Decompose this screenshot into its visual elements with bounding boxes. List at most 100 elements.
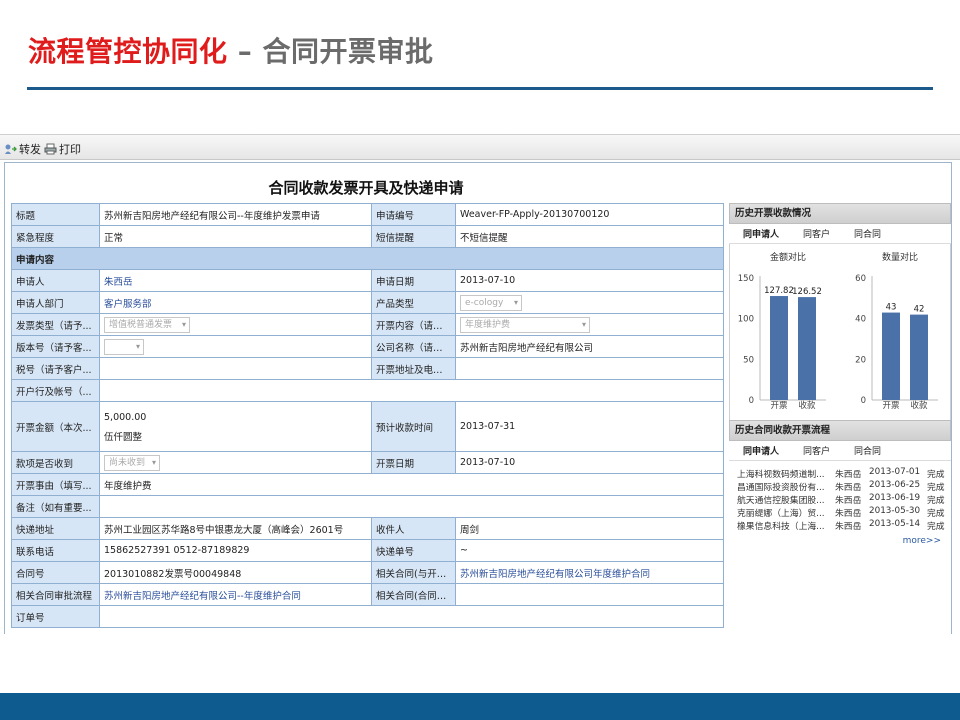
table-row: 备注（如有重要... — [11, 495, 724, 518]
order-value — [99, 605, 724, 628]
express-address-label: 快递地址 — [11, 517, 100, 540]
expected-date-value: 2013-07-31 — [455, 401, 724, 452]
reason-value: 年度维护费 — [99, 473, 724, 496]
title-divider — [27, 87, 933, 90]
history-panel-header: 历史开票收款情况 — [729, 203, 951, 224]
flow-person: 朱西岳 — [835, 509, 862, 519]
table-row: 申请人 朱西岳 申请日期 2013-07-10 — [11, 269, 724, 292]
list-item[interactable]: 航天通信控股集团股... 朱西岳 2013-06-19 完成 — [737, 493, 945, 506]
phone-value: 15862527391 0512-87189829 — [99, 539, 372, 562]
related-flow-link[interactable]: 苏州新吉阳房地产经纪有限公司--年度维护合同 — [99, 583, 372, 606]
dept-link[interactable]: 客户服务部 — [99, 291, 372, 314]
bar-value-label: 126.52 — [792, 287, 822, 297]
applicant-link[interactable]: 朱西岳 — [99, 269, 372, 292]
urgency-value: 正常 — [99, 225, 372, 248]
flow-panel-header: 历史合同收款开票流程 — [729, 420, 951, 441]
address-label: 开票地址及电话... — [371, 357, 456, 380]
print-button[interactable]: 打印 — [44, 141, 81, 157]
list-item[interactable]: 上海科视数码频道制... 朱西岳 2013-07-01 完成 — [737, 467, 945, 480]
form-frame: 合同收款发票开具及快递申请 标题 苏州新吉阳房地产经纪有限公司--年度维护发票申… — [4, 162, 952, 634]
tab-flow-same-applicant[interactable]: 同申请人 — [743, 444, 779, 457]
tax-value — [99, 357, 372, 380]
slide-title: 流程管控协同化 – 合同开票审批 — [28, 30, 434, 70]
related-contract-label: 相关合同(与开票... — [371, 561, 456, 584]
received-select[interactable]: 尚未收到 ▾ — [104, 454, 160, 471]
company-label: 公司名称（请予... — [371, 335, 456, 358]
list-item[interactable]: 昌通国际投资股份有... 朱西岳 2013-06-25 完成 — [737, 480, 945, 493]
tab-same-applicant[interactable]: 同申请人 — [743, 227, 779, 240]
forward-button[interactable]: 转发 — [4, 141, 41, 157]
history-tabs: 同申请人 同客户 同合同 — [729, 224, 951, 244]
flow-person: 朱西岳 — [835, 496, 862, 506]
expected-date-label: 预计收款时间 — [371, 401, 456, 452]
version-select[interactable]: ▾ — [104, 338, 144, 355]
y-tick-label: 50 — [743, 355, 754, 365]
table-row: 紧急程度 正常 短信提醒 不短信提醒 — [11, 225, 724, 248]
invoice-type-value: 增值税普通发票 — [109, 319, 173, 330]
bank-label: 开户行及帐号（... — [11, 379, 100, 402]
title-value: 苏州新吉阳房地产经纪有限公司--年度维护发票申请 — [99, 203, 372, 226]
chevron-down-icon: ▾ — [581, 319, 586, 329]
flow-status: 完成 — [927, 470, 945, 480]
related-contract-link[interactable]: 苏州新吉阳房地产经纪有限公司年度维护合同 — [455, 561, 724, 584]
chevron-down-icon: ▾ — [513, 297, 518, 307]
apply-date-label: 申请日期 — [371, 269, 456, 292]
express-no-label: 快递单号 — [371, 539, 456, 562]
y-tick-label: 60 — [855, 274, 866, 284]
x-tick-label: 开票 — [882, 401, 900, 411]
receiver-value: 周剑 — [455, 517, 724, 540]
bar — [798, 297, 816, 400]
flow-date: 2013-06-19 — [869, 493, 921, 503]
request-no-label: 申请编号 — [371, 203, 456, 226]
table-row: 相关合同审批流程 苏州新吉阳房地产经纪有限公司--年度维护合同 相关合同(合同管… — [11, 583, 724, 606]
list-item[interactable]: 克丽缇娜（上海）贸... 朱西岳 2013-05-30 完成 — [737, 506, 945, 519]
tab-flow-same-contract[interactable]: 同合同 — [854, 444, 881, 457]
form-title: 合同收款发票开具及快递申请 — [268, 179, 464, 197]
reason-label: 开票事由（填写... — [11, 473, 100, 496]
invoice-content-select[interactable]: 年度维护费 ▾ — [460, 316, 590, 333]
history-charts: 金额对比 0 50 100 150 127.82 开票 126.52 收款 数量对比 0 20 40 60… — [729, 244, 951, 420]
bar — [882, 312, 900, 400]
bar-value-label: 127.82 — [764, 286, 794, 296]
tab-same-customer[interactable]: 同客户 — [803, 227, 830, 240]
table-row: 款项是否收到 尚未收到 ▾ 开票日期 2013-07-10 — [11, 451, 724, 474]
apply-date-value: 2013-07-10 — [455, 269, 724, 292]
sms-value: 不短信提醒 — [455, 225, 724, 248]
order-label: 订单号 — [11, 605, 100, 628]
table-row: 联系电话 15862527391 0512-87189829 快递单号 ~ — [11, 539, 724, 562]
invoice-date-value: 2013-07-10 — [455, 451, 724, 474]
tab-same-contract[interactable]: 同合同 — [854, 227, 881, 240]
printer-icon — [44, 143, 57, 155]
chevron-down-icon: ▾ — [135, 341, 140, 351]
urgency-label: 紧急程度 — [11, 225, 100, 248]
more-link[interactable]: more>> — [737, 536, 945, 546]
invoice-type-label: 发票类型（请予... — [11, 313, 100, 336]
bar-value-label: 43 — [886, 303, 897, 313]
request-no-value: Weaver-FP-Apply-20130700120 — [455, 203, 724, 226]
flow-status: 完成 — [927, 509, 945, 519]
table-row: 订单号 — [11, 605, 724, 628]
x-tick-label: 收款 — [910, 400, 928, 411]
product-select[interactable]: e-cology ▾ — [460, 294, 522, 311]
invoice-type-select[interactable]: 增值税普通发票 ▾ — [104, 316, 190, 333]
tax-label: 税号（请予客户... — [11, 357, 100, 380]
dept-label: 申请人部门 — [11, 291, 100, 314]
tab-flow-same-customer[interactable]: 同客户 — [803, 444, 830, 457]
table-row: 发票类型（请予... 增值税普通发票 ▾ 开票内容（请予... 年度维护费 ▾ — [11, 313, 724, 336]
invoice-date-label: 开票日期 — [371, 451, 456, 474]
table-row: 合同号 2013010882发票号00049848 相关合同(与开票... 苏州… — [11, 561, 724, 584]
phone-label: 联系电话 — [11, 539, 100, 562]
y-tick-label: 20 — [855, 355, 866, 365]
product-select-value: e-cology — [465, 297, 504, 308]
related-contract2-label: 相关合同(合同管... — [371, 583, 456, 606]
flow-date: 2013-06-25 — [869, 480, 921, 490]
list-item[interactable]: 橡果信息科技（上海... 朱西岳 2013-05-14 完成 — [737, 519, 945, 532]
chevron-down-icon: ▾ — [151, 457, 156, 467]
table-row: 快递地址 苏州工业园区苏华路8号中银惠龙大厦（高峰会）2601号 收件人 周剑 — [11, 517, 724, 540]
flow-date: 2013-05-30 — [869, 506, 921, 516]
y-tick-label: 40 — [855, 315, 866, 325]
toolbar: 转发 打印 — [0, 134, 960, 160]
received-value: 尚未收到 — [109, 457, 146, 468]
flow-person: 朱西岳 — [835, 470, 862, 480]
chart-title: 金额对比 — [770, 251, 806, 263]
